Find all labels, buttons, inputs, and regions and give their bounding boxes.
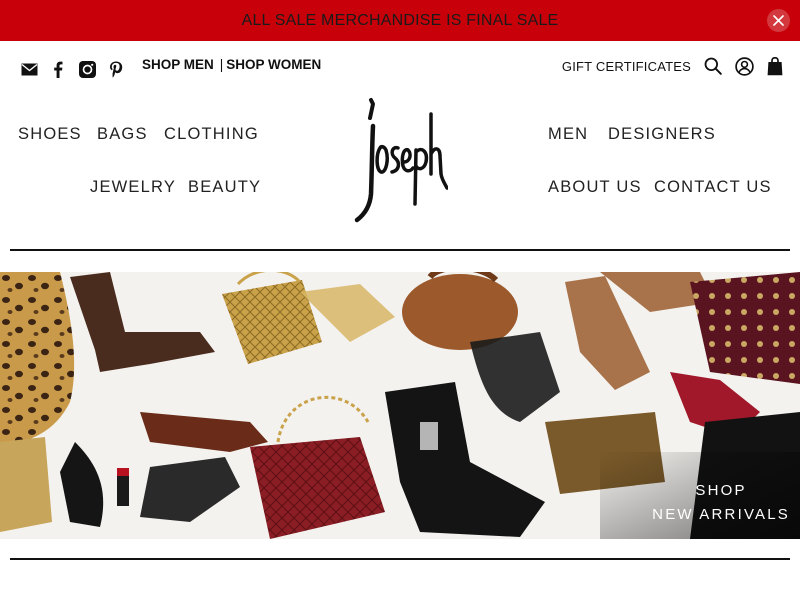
pinterest-icon[interactable] <box>107 60 125 78</box>
close-icon[interactable] <box>767 9 790 32</box>
account-icon[interactable] <box>733 55 755 77</box>
nav-contact-us[interactable]: CONTACT US <box>654 178 772 197</box>
utility-actions: GIFT CERTIFICATES <box>562 55 786 77</box>
joseph-logo[interactable] <box>352 96 449 224</box>
hero-cta-line1: SHOP <box>695 482 747 499</box>
shop-new-arrivals-link[interactable]: SHOP NEW ARRIVALS <box>652 479 790 527</box>
email-icon[interactable] <box>20 60 38 78</box>
hero-bottom-divider <box>10 558 790 560</box>
shop-women-link[interactable]: SHOP WOMEN <box>226 57 321 72</box>
hero-cta-line2: NEW ARRIVALS <box>652 506 790 523</box>
announcement-bar: ALL SALE MERCHANDISE IS FINAL SALE <box>0 0 800 41</box>
search-icon[interactable] <box>702 55 724 77</box>
bag-icon[interactable] <box>764 55 786 77</box>
gift-certificates-link[interactable]: GIFT CERTIFICATES <box>562 59 691 74</box>
nav-shoes[interactable]: SHOES <box>18 125 82 144</box>
shop-men-link[interactable]: SHOP MEN <box>142 57 214 72</box>
facebook-icon[interactable] <box>49 60 67 78</box>
nav-beauty[interactable]: BEAUTY <box>188 178 261 197</box>
nav-about-us[interactable]: ABOUT US <box>548 178 642 197</box>
nav-bags[interactable]: BAGS <box>97 125 148 144</box>
social-links <box>20 60 125 78</box>
instagram-icon[interactable] <box>78 60 96 78</box>
hero-banner[interactable]: SHOP NEW ARRIVALS <box>0 272 800 539</box>
utility-bar: SHOP MEN | SHOP WOMEN GIFT CERTIFICATES <box>0 41 800 93</box>
nav-clothing[interactable]: CLOTHING <box>164 125 259 144</box>
shop-links-separator: | <box>219 57 224 72</box>
nav-designers[interactable]: DESIGNERS <box>608 125 716 144</box>
nav-men[interactable]: MEN <box>548 125 588 144</box>
nav-jewelry[interactable]: JEWELRY <box>90 178 176 197</box>
shop-links: SHOP MEN | SHOP WOMEN <box>142 57 321 72</box>
header-divider <box>10 249 790 251</box>
announcement-text: ALL SALE MERCHANDISE IS FINAL SALE <box>241 11 559 29</box>
